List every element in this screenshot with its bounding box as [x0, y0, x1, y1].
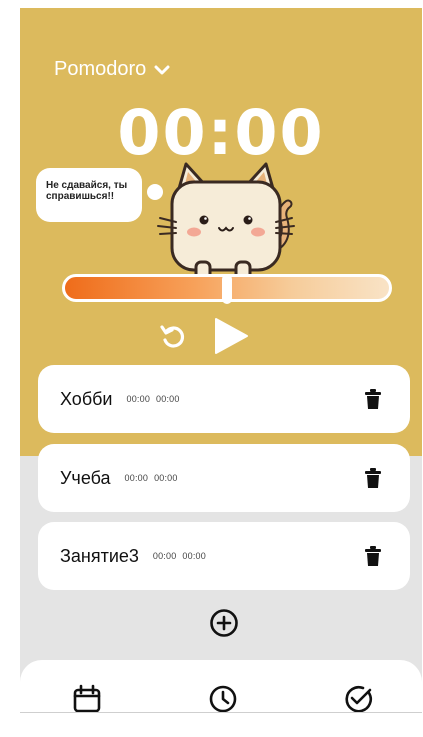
task-card[interactable]: Занятие3 00:00 00:00: [38, 522, 410, 590]
task-times: 00:00 00:00: [125, 473, 178, 483]
speech-bubble: Не сдавайся, ты справишься!!: [36, 168, 142, 222]
check-circle-icon[interactable]: [343, 684, 373, 712]
task-start-time: 00:00: [152, 551, 177, 561]
task-name: Хобби: [60, 388, 113, 409]
timer-controls: [20, 316, 422, 356]
divider: [20, 712, 422, 713]
reset-icon[interactable]: [158, 322, 188, 352]
chevron-down-icon: [154, 65, 170, 74]
task-start-time: 00:00: [124, 473, 149, 483]
speech-text: Не сдавайся, ты справишься!!: [46, 180, 128, 202]
app-screen: Pomodoro 00:00 Не сдавайся, ты справишьс…: [20, 8, 422, 712]
play-icon[interactable]: [211, 316, 251, 356]
task-end-time: 00:00: [154, 473, 178, 483]
task-name: Занятие3: [60, 545, 139, 566]
bottom-tab-bar: [20, 660, 422, 712]
task-end-time: 00:00: [182, 551, 206, 561]
task-card[interactable]: Учеба 00:00 00:00: [38, 444, 410, 512]
progress-thumb[interactable]: [222, 274, 232, 304]
clock-icon[interactable]: [208, 684, 238, 712]
task-card[interactable]: Хобби 00:00 00:00: [38, 365, 410, 433]
calendar-icon[interactable]: [72, 684, 102, 712]
mode-label: Pomodoro: [54, 58, 147, 80]
trash-icon[interactable]: [364, 467, 382, 489]
plus-circle-icon[interactable]: [209, 608, 239, 638]
mode-selector[interactable]: Pomodoro: [54, 58, 170, 81]
progress-bar[interactable]: [62, 274, 392, 304]
cat-mascot: [157, 162, 295, 282]
trash-icon[interactable]: [364, 388, 382, 410]
task-end-time: 00:00: [156, 394, 180, 404]
task-name: Учеба: [60, 467, 111, 488]
task-times: 00:00 00:00: [127, 394, 180, 404]
task-times: 00:00 00:00: [153, 551, 206, 561]
trash-icon[interactable]: [364, 545, 382, 567]
task-start-time: 00:00: [126, 394, 151, 404]
